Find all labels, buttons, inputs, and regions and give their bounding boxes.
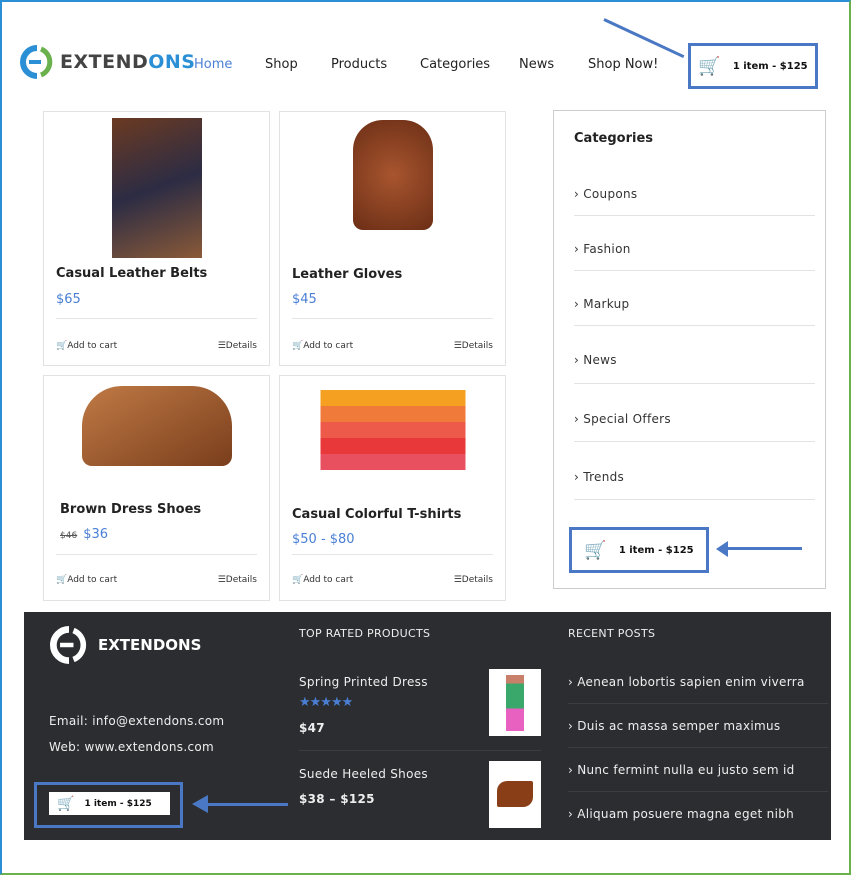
- divider: [574, 441, 815, 442]
- divider: [574, 215, 815, 216]
- details-button[interactable]: ☰Details: [218, 575, 257, 585]
- category-markup[interactable]: › Markup: [574, 297, 629, 311]
- divider: [299, 750, 541, 751]
- divider: [574, 499, 815, 500]
- add-to-cart-button[interactable]: 🛒Add to cart: [56, 575, 117, 585]
- star-rating: ★★★★★: [299, 695, 353, 710]
- add-to-cart-button[interactable]: 🛒Add to cart: [292, 341, 353, 351]
- nav-news[interactable]: News: [519, 57, 554, 72]
- recent-posts-title: RECENT POSTS: [568, 627, 656, 640]
- category-fashion[interactable]: › Fashion: [574, 242, 631, 256]
- product-name[interactable]: Brown Dress Shoes: [60, 502, 201, 517]
- cart-summary: 1 item - $125: [84, 798, 152, 809]
- recent-post[interactable]: › Nunc fermint nulla eu justo sem id: [568, 763, 795, 777]
- arrow-annotation: [204, 803, 288, 806]
- footer-cart-widget[interactable]: 🛒 1 item - $125: [49, 792, 170, 815]
- recent-post[interactable]: › Duis ac massa semper maximus: [568, 719, 780, 733]
- divider: [56, 318, 257, 319]
- old-price: $46: [60, 531, 78, 541]
- product-image[interactable]: [81, 386, 232, 466]
- top-product-name[interactable]: Suede Heeled Shoes: [299, 767, 428, 781]
- details-button[interactable]: ☰Details: [218, 341, 257, 351]
- product-card[interactable]: Brown Dress Shoes $46 $36 🛒Add to cart ☰D…: [43, 375, 270, 601]
- footer-logo[interactable]: EXTENDONS: [50, 626, 201, 664]
- add-to-cart-button[interactable]: 🛒Add to cart: [56, 341, 117, 351]
- product-price: $65: [56, 292, 81, 307]
- details-button[interactable]: ☰Details: [454, 341, 493, 351]
- categories-sidebar: Categories › Coupons › Fashion › Markup …: [553, 110, 826, 589]
- cart-icon: 🛒: [698, 55, 721, 77]
- top-product-image[interactable]: [489, 669, 541, 736]
- product-image[interactable]: [320, 390, 465, 470]
- product-price: $50 - $80: [292, 532, 355, 547]
- category-news[interactable]: › News: [574, 353, 617, 367]
- divider: [568, 703, 828, 704]
- divider: [56, 554, 257, 555]
- sidebar-cart-widget[interactable]: 🛒 1 item - $125: [569, 527, 709, 573]
- divider: [574, 270, 815, 271]
- divider: [568, 791, 828, 792]
- header-cart-widget[interactable]: 🛒 1 item - $125: [688, 43, 818, 89]
- arrow-annotation: [722, 547, 802, 550]
- cart-icon: 🛒: [584, 539, 607, 561]
- logo-text-accent: ONS: [148, 51, 196, 73]
- product-image[interactable]: [352, 120, 433, 230]
- top-product-image[interactable]: [489, 761, 541, 828]
- cart-summary: 1 item - $125: [618, 544, 694, 556]
- product-card[interactable]: Casual Leather Belts $65 🛒Add to cart ☰D…: [43, 111, 270, 366]
- divider: [568, 747, 828, 748]
- nav-products[interactable]: Products: [331, 57, 387, 72]
- divider: [292, 318, 493, 319]
- divider: [292, 554, 493, 555]
- logo-text: EXTEND: [60, 51, 149, 73]
- nav-shop[interactable]: Shop: [265, 57, 298, 72]
- top-rated-title: TOP RATED PRODUCTS: [299, 627, 431, 640]
- product-name[interactable]: Casual Colorful T-shirts: [292, 507, 461, 522]
- top-product-price: $38 – $125: [299, 792, 375, 806]
- nav-home[interactable]: Home: [194, 57, 232, 72]
- arrow-head: [716, 541, 728, 557]
- logo-icon: [20, 45, 53, 79]
- footer-web[interactable]: Web: www.extendons.com: [49, 740, 214, 754]
- product-name[interactable]: Casual Leather Belts: [56, 266, 207, 281]
- category-coupons[interactable]: › Coupons: [574, 187, 637, 201]
- logo-text: EXTENDONS: [98, 636, 202, 654]
- top-product-name[interactable]: Spring Printed Dress: [299, 675, 428, 689]
- footer-email[interactable]: Email: info@extendons.com: [49, 714, 224, 728]
- product-price: $36: [83, 527, 109, 542]
- product-name[interactable]: Leather Gloves: [292, 267, 402, 282]
- category-trends[interactable]: › Trends: [574, 470, 624, 484]
- divider: [574, 325, 815, 326]
- nav-shop-now[interactable]: Shop Now!: [588, 57, 658, 72]
- product-image[interactable]: [111, 118, 202, 258]
- product-card[interactable]: Casual Colorful T-shirts $50 - $80 🛒Add …: [279, 375, 506, 601]
- product-card[interactable]: Leather Gloves $45 🛒Add to cart ☰Details: [279, 111, 506, 366]
- details-button[interactable]: ☰Details: [454, 575, 493, 585]
- logo[interactable]: EXTENDONS: [20, 45, 196, 79]
- cart-summary: 1 item - $125: [732, 60, 808, 72]
- arrow-annotation: [603, 18, 685, 59]
- recent-post[interactable]: › Aliquam posuere magna eget nibh: [568, 807, 794, 821]
- nav-categories[interactable]: Categories: [420, 57, 490, 72]
- divider: [574, 383, 815, 384]
- footer: EXTENDONS Email: info@extendons.com Web:…: [24, 612, 831, 840]
- product-price: $45: [292, 292, 317, 307]
- logo-icon: [50, 626, 87, 664]
- category-special-offers[interactable]: › Special Offers: [574, 412, 671, 426]
- sidebar-title: Categories: [574, 131, 654, 146]
- add-to-cart-button[interactable]: 🛒Add to cart: [292, 575, 353, 585]
- top-product-price: $47: [299, 721, 325, 735]
- cart-icon: 🛒: [57, 795, 75, 812]
- recent-post[interactable]: › Aenean lobortis sapien enim viverra: [568, 675, 805, 689]
- arrow-head: [192, 795, 208, 813]
